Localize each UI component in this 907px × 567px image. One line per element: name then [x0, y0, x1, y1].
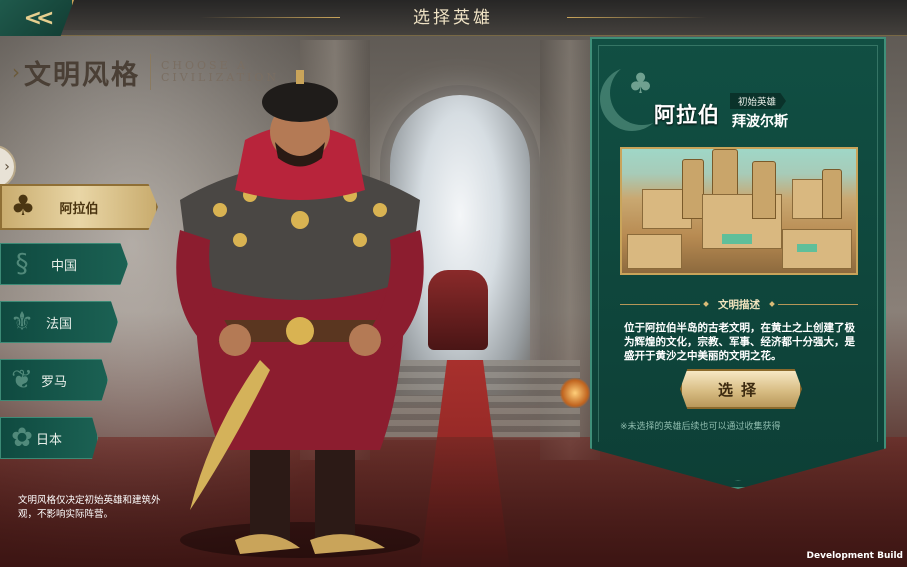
divider: [620, 303, 700, 305]
top-bar: << 选择英雄: [0, 0, 907, 36]
civ-description: 位于阿拉伯半岛的古老文明，在黄土之上创建了极为辉煌的文化，宗教、军事、经济都十分…: [624, 322, 855, 362]
hero-portrait: [176, 70, 424, 558]
hint-text: ※未选择的英雄后续也可以通过收集获得: [620, 422, 781, 432]
desc-title-row: 文明描述: [620, 297, 858, 311]
chevron-right-icon: ›: [12, 60, 20, 84]
palm-tree-icon: ♣: [10, 189, 36, 222]
palm-tree-icon: ♣: [628, 67, 654, 100]
background-lamp: [560, 378, 590, 408]
civ-item-arabia[interactable]: ♣ 阿拉伯: [0, 184, 158, 230]
sakura-icon: ✿: [11, 423, 33, 453]
back-button[interactable]: <<: [0, 0, 74, 36]
title-ornament-right: [567, 17, 707, 18]
civ-detail-panel: ♣ 阿拉伯 初始英雄 拜波尔斯 文明描述 位于阿拉伯半岛的古老文明，在黄土之上创…: [590, 37, 886, 489]
civ-note: 文明风格仅决定初始英雄和建筑外观，不影响实际阵营。: [18, 495, 161, 520]
title-ornament-left: [200, 17, 340, 18]
hero-name: 拜波尔斯: [732, 114, 788, 130]
double-chevron-left-icon: <<: [23, 5, 55, 31]
civ-item-label: 阿拉伯: [59, 201, 99, 217]
page-title: 选择英雄: [413, 8, 493, 28]
divider-dot: [769, 301, 775, 307]
divider-dot: [703, 301, 709, 307]
dev-build-label: Development Build: [806, 551, 903, 561]
civ-item-label: 日本: [35, 432, 62, 448]
hero-tag: 初始英雄: [730, 93, 787, 109]
civ-item-label: 罗马: [40, 374, 67, 390]
civ-item-china[interactable]: § 中国: [0, 243, 128, 285]
chevron-right-icon: ›: [4, 159, 10, 175]
city-image: [620, 147, 858, 275]
select-button[interactable]: 选择: [680, 369, 802, 409]
divider: [778, 303, 858, 305]
fleur-de-lis-icon: ⚜: [10, 307, 34, 337]
civ-item-rome[interactable]: ❦ 罗马: [0, 359, 108, 401]
civ-item-japan[interactable]: ✿ 日本: [0, 417, 98, 459]
civ-name: 阿拉伯: [654, 103, 720, 127]
civ-item-france[interactable]: ⚜ 法国: [0, 301, 118, 343]
civ-item-label: 中国: [50, 258, 77, 274]
dragon-icon: §: [15, 249, 29, 279]
laurel-wreath-icon: ❦: [11, 365, 33, 395]
desc-title: 文明描述: [718, 298, 760, 311]
civ-item-label: 法国: [45, 316, 72, 332]
section-title: 文明风格: [24, 59, 140, 91]
